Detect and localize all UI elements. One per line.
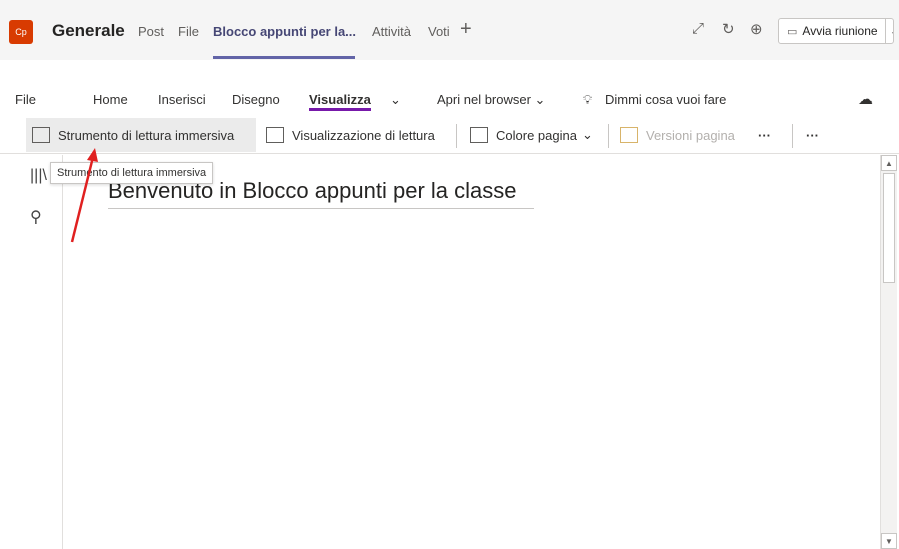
ribbon-tab-disegno[interactable]: Disegno (232, 92, 280, 107)
search-icon[interactable]: ⚲ (30, 207, 42, 227)
page-color-button[interactable]: Colore pagina ⌄ (470, 118, 593, 152)
reading-view-icon (266, 127, 284, 143)
ribbon-tab-home[interactable]: Home (93, 92, 128, 107)
tab-file[interactable]: File (178, 24, 199, 39)
more-options-icon[interactable]: ··· (806, 118, 819, 152)
page-versions-button[interactable]: Versioni pagina (620, 118, 735, 152)
ribbon-commands: Strumento di lettura immersiva Visualizz… (0, 118, 899, 154)
tooltip: Strumento di lettura immersiva (50, 162, 214, 184)
open-in-browser-button[interactable]: Apri nel browser ⌄ (437, 92, 545, 108)
team-avatar[interactable]: Cp (9, 20, 33, 44)
ribbon-tabs: File Home Inserisci Disegno Visualizza ⌄… (0, 84, 899, 114)
channel-name: Generale (52, 21, 125, 40)
ribbon-tab-visualizza[interactable]: Visualizza (309, 92, 371, 107)
reading-view-button[interactable]: Visualizzazione di lettura (266, 118, 435, 152)
immersive-reader-icon (32, 127, 50, 143)
divider (792, 124, 793, 148)
divider (608, 124, 609, 148)
page-color-label: Colore pagina (496, 127, 577, 143)
reading-view-label: Visualizzazione di lettura (292, 127, 435, 143)
cloud-sync-icon: ☁ (858, 91, 873, 108)
ribbon-active-indicator (309, 108, 371, 111)
more-options-icon[interactable]: ··· (758, 118, 771, 152)
refresh-icon[interactable]: ↻ (722, 20, 735, 38)
globe-icon[interactable]: ⊕ (750, 20, 763, 38)
tab-attivita[interactable]: Attività (372, 24, 411, 39)
tab-post[interactable]: Post (138, 24, 164, 39)
notebooks-icon[interactable]: |||\ (30, 167, 47, 185)
page-color-icon (470, 127, 488, 143)
active-tab-indicator (213, 56, 355, 59)
open-in-browser-label: Apri nel browser (437, 92, 531, 107)
chevron-down-icon[interactable]: ⌄ (884, 19, 893, 43)
scroll-thumb[interactable] (883, 173, 895, 283)
tell-me-search[interactable]: Dimmi cosa vuoi fare (605, 92, 726, 107)
annotation-arrow (70, 148, 98, 243)
divider (456, 124, 457, 148)
scroll-up-icon[interactable]: ▲ (881, 155, 897, 171)
chevron-down-icon: ⌄ (581, 127, 593, 142)
add-tab-icon[interactable]: + (460, 18, 472, 41)
scrollbar[interactable]: ▲ ▼ (880, 155, 897, 549)
scroll-down-icon[interactable]: ▼ (881, 533, 897, 549)
start-meeting-button[interactable]: ▭ Avvia riunione ⌄ (778, 18, 894, 44)
lightbulb-icon: 💡︎ (583, 92, 593, 107)
ribbon-tab-inserisci[interactable]: Inserisci (158, 92, 206, 107)
camera-icon: ▭ (787, 25, 798, 38)
page-versions-icon (620, 127, 638, 143)
tab-voti[interactable]: Voti (428, 24, 450, 39)
start-meeting-label: Avvia riunione (802, 24, 878, 38)
page-versions-label: Versioni pagina (646, 127, 735, 143)
immersive-reader-button[interactable]: Strumento di lettura immersiva (26, 118, 256, 152)
ribbon-tab-file[interactable]: File (15, 92, 36, 107)
ribbon-chevron-down-icon[interactable]: ⌄ (390, 92, 401, 108)
tab-blocco-appunti[interactable]: Blocco appunti per la... (213, 24, 356, 39)
expand-icon[interactable]: ⤢ (692, 20, 704, 37)
immersive-reader-label: Strumento di lettura immersiva (58, 127, 235, 143)
left-rail: |||\ ⚲ (0, 155, 63, 549)
teams-header: Cp Generale Post File Blocco appunti per… (0, 0, 899, 60)
